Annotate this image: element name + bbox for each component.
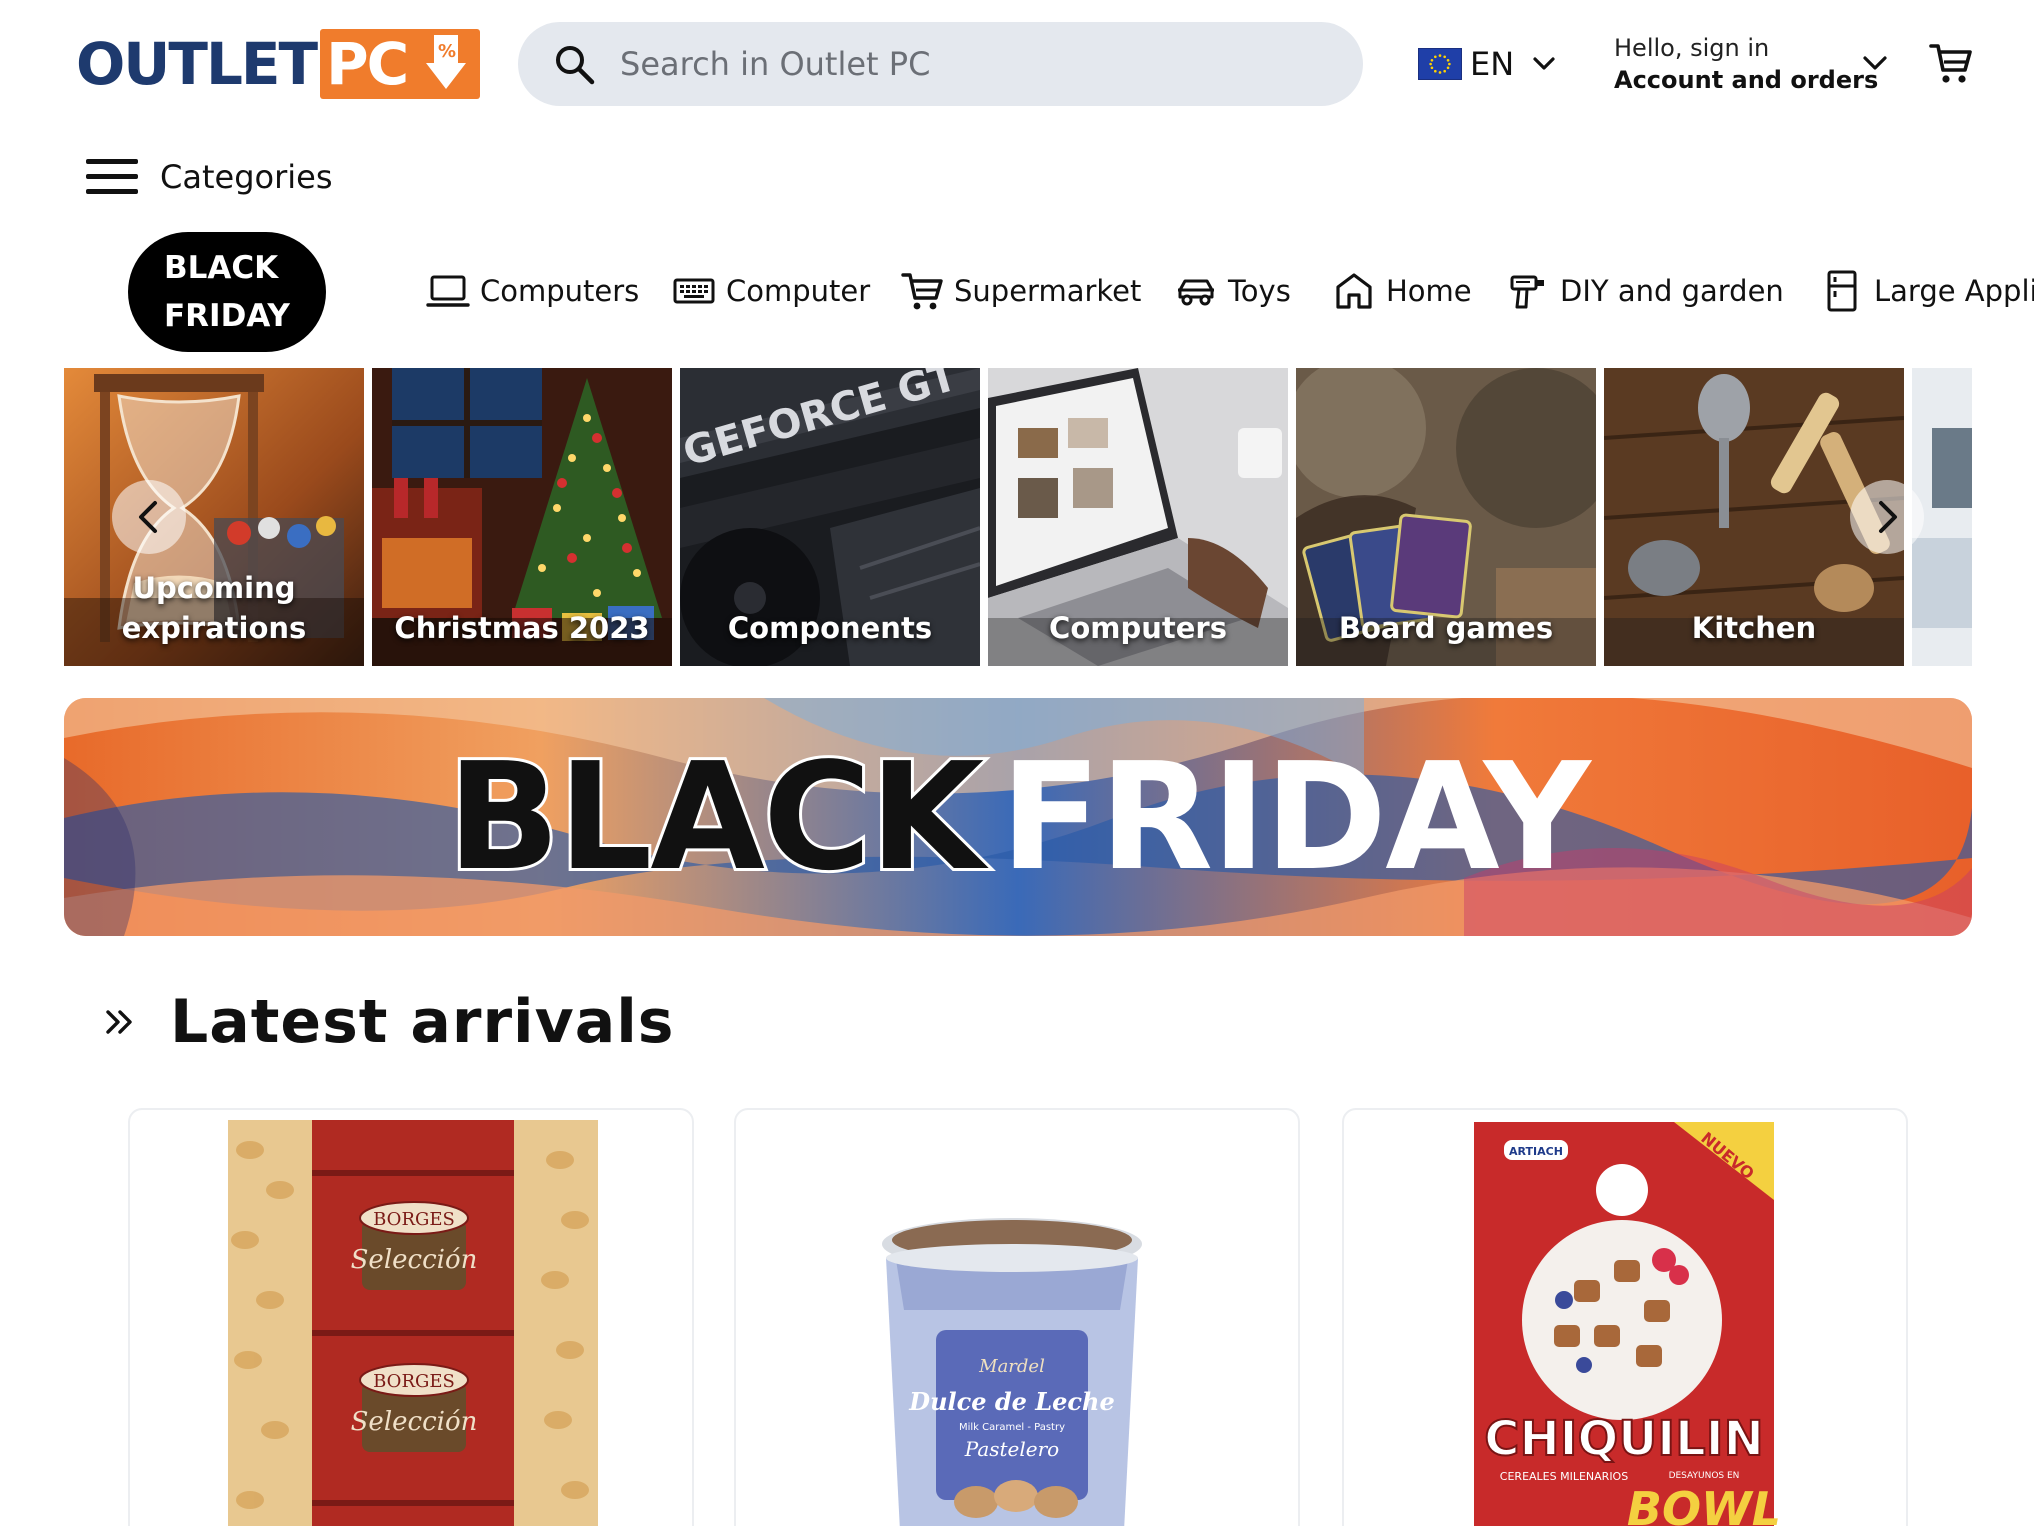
discount-arrow-icon: % bbox=[426, 35, 467, 89]
tile-components[interactable]: GEFORCE GT Components bbox=[680, 368, 980, 666]
product-brand: BORGES bbox=[373, 1209, 455, 1230]
keyboard-icon bbox=[673, 278, 715, 304]
account-orders-link[interactable]: Account and orders bbox=[1614, 64, 1878, 96]
car-icon bbox=[1178, 279, 1214, 306]
chevron-down-icon bbox=[1533, 57, 1555, 70]
product-image-dulce-de-leche: Mardel Dulce de Leche Milk Caramel - Pas… bbox=[882, 1218, 1142, 1526]
account-greeting: Hello, sign in bbox=[1614, 34, 1770, 62]
product-subtitle: CEREALES MILENARIOS bbox=[1500, 1470, 1628, 1483]
chevron-down-icon[interactable] bbox=[1860, 48, 1890, 78]
tile-label: Christmas 2023 bbox=[394, 611, 650, 645]
product-card[interactable]: BORGES BORGES Selección Selección bbox=[128, 1108, 694, 1526]
logo-pc-box: PC % bbox=[320, 29, 481, 99]
cart-icon[interactable] bbox=[1928, 40, 1974, 86]
site-logo[interactable]: OUTLET PC % bbox=[76, 28, 481, 100]
eu-flag-icon bbox=[1418, 48, 1462, 80]
nav-item-label: Computers bbox=[480, 274, 640, 308]
language-selector[interactable]: EN bbox=[1418, 44, 1558, 84]
cart-icon bbox=[901, 273, 943, 310]
hamburger-menu-icon bbox=[86, 159, 138, 195]
categories-menu-button[interactable]: Categories bbox=[86, 150, 332, 204]
product-brand: Mardel bbox=[978, 1356, 1045, 1377]
nav-item-label: Home bbox=[1386, 274, 1472, 308]
black-friday-banner[interactable]: BLACK FRIDAY bbox=[64, 698, 1972, 936]
tile-label: Computers bbox=[1049, 611, 1227, 645]
product-line2: BOWL bbox=[1627, 1482, 1781, 1526]
product-subtitle2: DESAYUNOS EN bbox=[1669, 1471, 1740, 1481]
product-line: CHIQUILIN bbox=[1484, 1411, 1764, 1467]
banner-word-black: BLACK bbox=[444, 728, 987, 906]
product-grid: BORGES BORGES Selección Selección Mardel… bbox=[0, 1108, 2034, 1526]
product-line2: Pastelero bbox=[964, 1437, 1059, 1461]
logo-text-outlet: OUTLET bbox=[76, 30, 318, 98]
category-nav: BLACK FRIDAY Computers Computer Supermar… bbox=[0, 230, 2034, 354]
svg-text:%: % bbox=[438, 41, 456, 62]
product-line: Dulce de Leche bbox=[908, 1387, 1115, 1416]
product-brand: ARTIACH bbox=[1509, 1145, 1563, 1158]
nav-item-diy-garden[interactable]: DIY and garden bbox=[1506, 268, 1784, 314]
tile-label: Kitchen bbox=[1691, 611, 1817, 645]
logo-text-pc: PC bbox=[326, 30, 409, 98]
nav-item-label: Supermarket bbox=[954, 274, 1142, 308]
nav-item-home[interactable]: Home bbox=[1332, 268, 1472, 314]
laptop-icon bbox=[426, 275, 470, 307]
tile-computers[interactable]: Computers bbox=[988, 368, 1288, 666]
tile-label: Board games bbox=[1338, 611, 1554, 645]
language-label: EN bbox=[1470, 45, 1515, 83]
section-title: Latest arrivals bbox=[170, 987, 675, 1057]
search-bar[interactable] bbox=[518, 22, 1363, 106]
black-friday-line1: BLACK bbox=[164, 250, 279, 286]
carousel-prev-button[interactable] bbox=[112, 480, 186, 554]
nav-item-large-appliances[interactable]: Large Appli bbox=[1820, 268, 2034, 314]
nav-item-label: Computer bbox=[726, 274, 871, 308]
product-brand: BORGES bbox=[373, 1371, 455, 1392]
black-friday-line2: FRIDAY bbox=[164, 298, 290, 334]
nav-item-toys[interactable]: Toys bbox=[1174, 268, 1291, 314]
search-input[interactable] bbox=[620, 45, 1320, 83]
header: OUTLET PC % EN bbox=[0, 0, 2034, 130]
categories-label: Categories bbox=[160, 158, 333, 196]
home-icon bbox=[1336, 273, 1372, 309]
carousel-next-button[interactable] bbox=[1850, 480, 1924, 554]
product-subtitle: Milk Caramel - Pastry bbox=[959, 1422, 1065, 1433]
product-line: Selección bbox=[351, 1245, 478, 1275]
double-chevron-right-icon bbox=[106, 1010, 132, 1034]
tile-upcoming-expirations[interactable]: Upcoming expirations bbox=[64, 368, 364, 666]
tile-christmas-2023[interactable]: Christmas 2023 bbox=[372, 368, 672, 666]
nav-item-supermarket[interactable]: Supermarket bbox=[900, 268, 1141, 314]
product-card[interactable]: Mardel Dulce de Leche Milk Caramel - Pas… bbox=[734, 1108, 1300, 1526]
tile-label: Components bbox=[727, 611, 933, 645]
nav-item-label: Toys bbox=[1228, 274, 1291, 308]
chevron-right-icon bbox=[1879, 501, 1897, 533]
latest-arrivals-header: Latest arrivals bbox=[100, 984, 675, 1060]
search-icon[interactable] bbox=[552, 42, 596, 86]
product-card[interactable]: NUEVO ARTIACH CHIQUILIN CEREALES MILENAR… bbox=[1342, 1108, 1908, 1526]
fridge-icon bbox=[1827, 270, 1857, 312]
account-menu[interactable]: Hello, sign in Account and orders bbox=[1614, 32, 1878, 96]
black-friday-button[interactable]: BLACK FRIDAY bbox=[128, 232, 326, 352]
product-image-peanuts: BORGES BORGES Selección Selección bbox=[228, 1120, 598, 1526]
banner-word-friday: FRIDAY bbox=[1000, 731, 1591, 903]
nav-item-computers[interactable]: Computers bbox=[426, 268, 639, 314]
drill-icon bbox=[1510, 275, 1544, 309]
tile-board-games[interactable]: Board games bbox=[1296, 368, 1596, 666]
banner-title: BLACK FRIDAY bbox=[64, 698, 1972, 936]
product-line: Selección bbox=[351, 1407, 478, 1437]
nav-item-label: Large Appli bbox=[1874, 274, 2034, 308]
tile-label: Upcoming expirations bbox=[121, 571, 307, 645]
category-carousel: Upcoming expirations Christmas 2023 GEFO… bbox=[64, 368, 1972, 666]
product-image-chiquilin-bowl: NUEVO ARTIACH CHIQUILIN CEREALES MILENAR… bbox=[1474, 1122, 1781, 1526]
nav-item-computer[interactable]: Computer bbox=[672, 268, 870, 314]
nav-item-label: DIY and garden bbox=[1560, 274, 1784, 308]
chevron-left-icon bbox=[139, 501, 157, 533]
